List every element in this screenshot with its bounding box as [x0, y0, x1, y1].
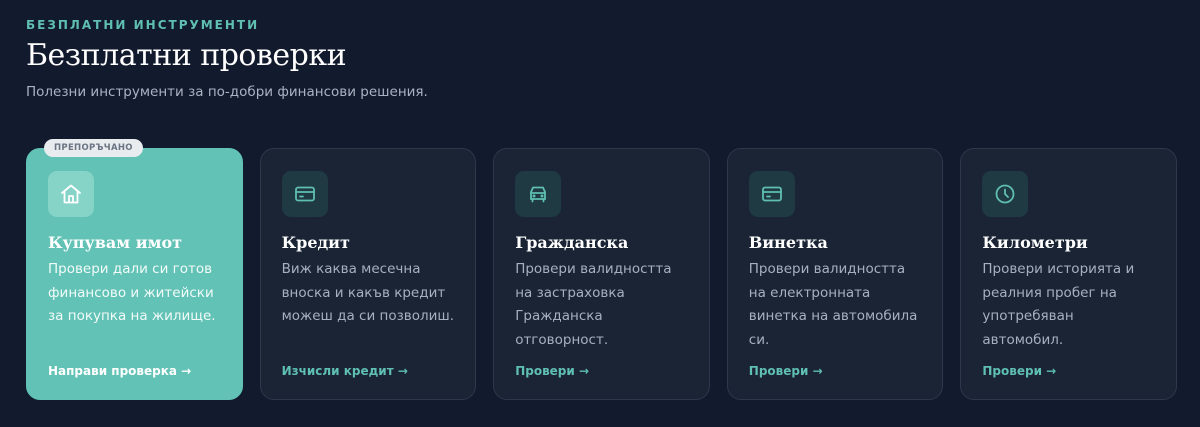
home-icon [48, 171, 94, 217]
card-vignette[interactable]: Винетка Провери валидността на електронн… [726, 148, 944, 400]
card-title: Купувам имот [48, 233, 183, 252]
section-eyebrow: БЕЗПЛАТНИ ИНСТРУМЕНТИ [26, 18, 260, 32]
check-link[interactable]: Направи проверка → [48, 364, 191, 378]
card-description: Виж каква месечна вноска и какъв кредит … [281, 261, 455, 324]
check-link[interactable]: Провери → [749, 364, 823, 378]
card-description: Провери валидността на електронната вине… [748, 261, 918, 348]
free-tools-section: БЕЗПЛАТНИ ИНСТРУМЕНТИ Безплатни проверки… [0, 0, 1200, 427]
credit-card-icon [281, 171, 328, 217]
card-buy-property[interactable]: ПРЕПОРЪЧАНО Купувам имот Провери дали си… [26, 139, 243, 400]
recommended-badge: ПРЕПОРЪЧАНО [44, 139, 143, 157]
card-title: Кредит [281, 233, 350, 252]
tool-cards: ПРЕПОРЪЧАНО Купувам имот Провери дали си… [26, 139, 1177, 400]
check-link[interactable]: Провери → [982, 364, 1056, 378]
calculate-credit-link[interactable]: Изчисли кредит → [282, 364, 408, 378]
card-title: Винетка [748, 233, 828, 252]
card-credit[interactable]: Кредит Виж каква месечна вноска и какъв … [259, 148, 477, 400]
card-description: Провери валидността на застраховка Гражд… [515, 261, 672, 348]
card-description: Провери дали си готов финансово и житейс… [48, 261, 216, 324]
card-description: Провери историята и реалния пробег на уп… [982, 261, 1135, 348]
card-civil-liability[interactable]: Гражданска Провери валидността на застра… [493, 148, 710, 400]
page-subtitle: Полезни инструменти за по-добри финансов… [26, 84, 428, 100]
clock-icon [982, 171, 1029, 217]
check-link[interactable]: Провери → [515, 364, 589, 378]
card-title: Километри [982, 233, 1088, 252]
card-icon [748, 171, 795, 217]
card-mileage[interactable]: Километри Провери историята и реалния пр… [960, 148, 1177, 400]
car-icon [515, 171, 562, 217]
card-title: Гражданска [515, 233, 629, 252]
page-title: Безплатни проверки [26, 38, 347, 73]
